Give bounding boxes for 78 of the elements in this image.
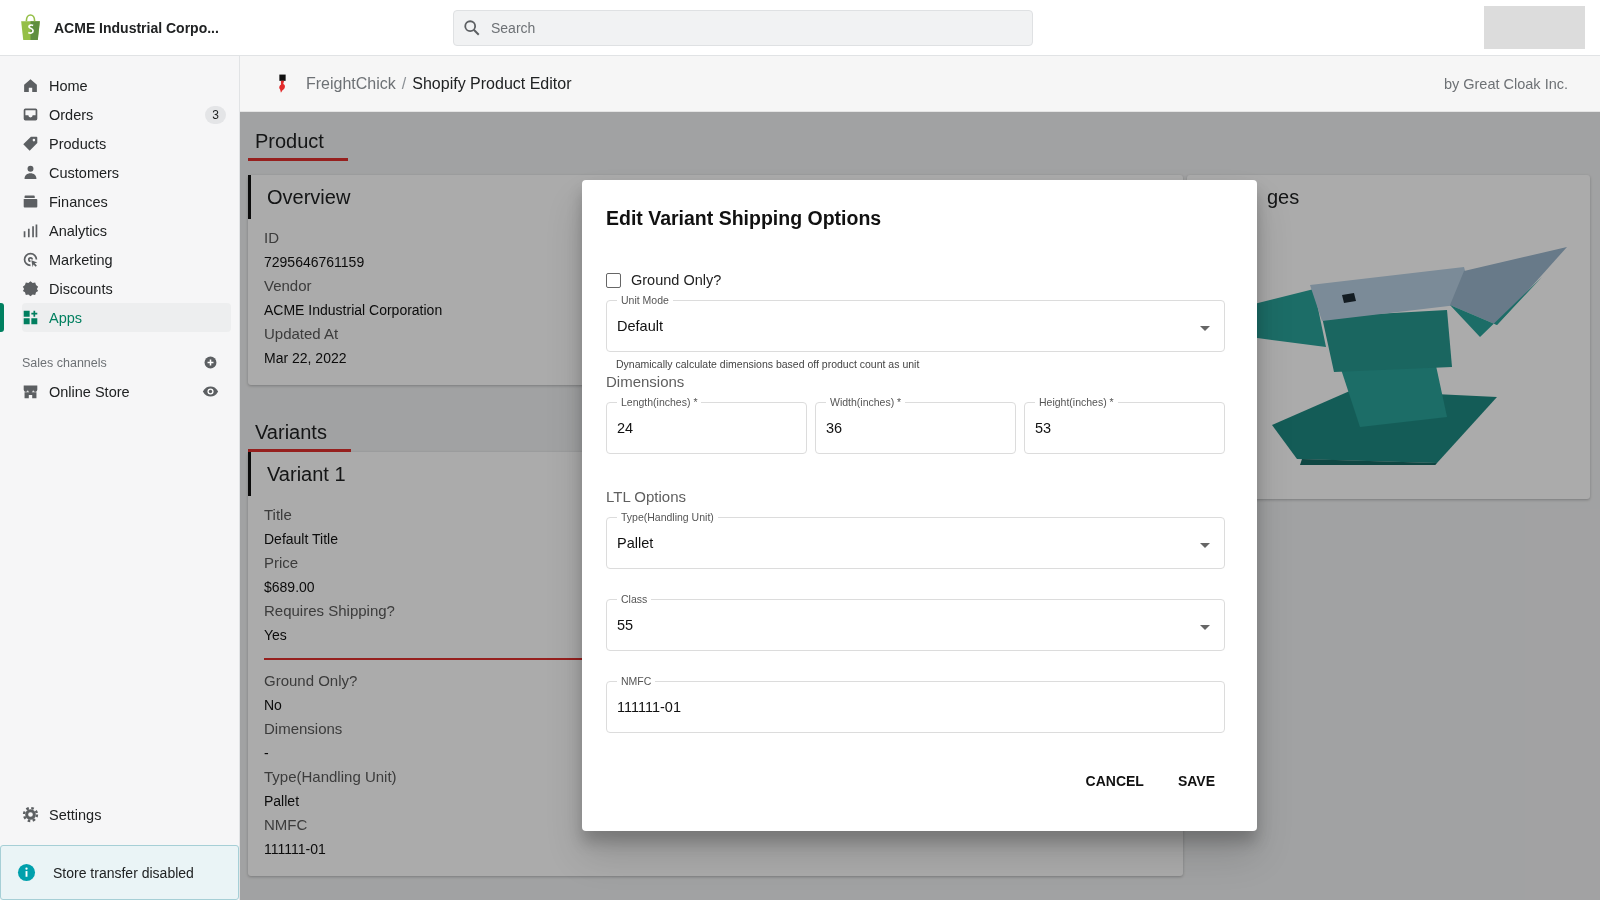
field-label: Dimensions xyxy=(264,719,343,739)
search-field[interactable]: Search xyxy=(453,9,1033,46)
field-label: Ground Only? xyxy=(264,671,358,691)
field-label: Title xyxy=(264,505,292,525)
input-field[interactable]: Length(inches) * 24 xyxy=(606,396,807,454)
store-icon xyxy=(22,383,39,400)
tag-icon xyxy=(22,135,39,152)
field-label: Vendor xyxy=(264,276,312,296)
count-badge: 3 xyxy=(205,105,226,124)
dialog-title: Edit Variant Shipping Options xyxy=(606,206,883,231)
field-value: 7295646761159 xyxy=(264,253,365,272)
section-label: Dimensions xyxy=(606,373,686,390)
field-value: $689.00 xyxy=(264,578,315,597)
section-label: LTL Options xyxy=(606,488,688,505)
field-label: Requires Shipping? xyxy=(264,601,395,621)
shopping-bag-icon xyxy=(19,14,42,41)
byline: by Great Cloak Inc. xyxy=(1443,75,1568,92)
field-label: NMFC xyxy=(264,815,308,835)
page-title: Shopify Product Editor xyxy=(412,74,572,93)
select-field[interactable]: Unit Mode Default xyxy=(606,294,1225,352)
field-label: ID xyxy=(264,228,279,248)
search-icon xyxy=(463,18,481,37)
nav-item[interactable]: Home xyxy=(22,71,231,100)
store-name[interactable]: ACME Industrial Corpo... xyxy=(54,19,219,36)
grid-icon xyxy=(22,309,39,326)
banner-text: Store transfer disabled xyxy=(53,864,194,881)
cancel-button[interactable]: CANCEL xyxy=(1075,765,1154,797)
person-icon xyxy=(22,164,39,181)
add-icon[interactable] xyxy=(202,354,219,371)
nav-item[interactable]: Analytics xyxy=(22,216,231,245)
field-label: Updated At xyxy=(264,324,339,344)
section-heading: Product xyxy=(248,128,348,161)
breadcrumb-separator: / xyxy=(401,74,407,93)
nav-item[interactable]: Products xyxy=(22,129,231,158)
field-value: Default Title xyxy=(264,530,338,549)
inbox-icon xyxy=(22,106,39,123)
home-icon xyxy=(22,77,39,94)
helper-text: Dynamically calculate dimensions based off product count as unit xyxy=(616,358,921,370)
input-field[interactable]: Height(inches) * 53 xyxy=(1024,396,1225,454)
section-title: Sales channels xyxy=(22,355,107,370)
settings-icon xyxy=(22,806,39,823)
field-value: Yes xyxy=(264,626,287,645)
eye-icon[interactable] xyxy=(202,383,219,400)
caret-icon xyxy=(1200,326,1210,331)
checkbox-label[interactable]: Ground Only? xyxy=(631,272,722,288)
card-title: ges xyxy=(1266,185,1301,210)
nav-item[interactable]: Marketing xyxy=(22,245,231,274)
field-value: ACME Industrial Corporation xyxy=(264,301,443,320)
settings-item[interactable]: Settings xyxy=(22,800,231,829)
nav-item[interactable]: Orders 3 xyxy=(22,100,231,129)
info-icon xyxy=(17,863,36,882)
nav-item[interactable]: Finances xyxy=(22,187,231,216)
field-label: Price xyxy=(264,553,299,573)
card-title: Overview xyxy=(267,186,351,208)
wallet-icon xyxy=(22,193,39,210)
field-value: Mar 22, 2022 xyxy=(264,349,347,368)
target-icon xyxy=(22,251,39,268)
caret-icon xyxy=(1200,625,1210,630)
field-value: Pallet xyxy=(264,792,300,811)
select-field[interactable]: Class 55 xyxy=(606,593,1225,651)
select-field[interactable]: Type(Handling Unit) Pallet xyxy=(606,511,1225,569)
field-label: Type(Handling Unit) xyxy=(264,767,397,787)
input-field[interactable]: Width(inches) * 36 xyxy=(815,396,1016,454)
nav-item[interactable]: Discounts xyxy=(22,274,231,303)
caret-icon xyxy=(1200,543,1210,548)
input-field[interactable]: NMFC 111111-01 xyxy=(606,675,1225,733)
chick-logo-icon xyxy=(277,72,288,95)
card-title: Variant 1 xyxy=(267,463,346,485)
field-value: 111111-01 xyxy=(264,840,326,859)
badge-icon xyxy=(22,280,39,297)
bar-chart-icon xyxy=(22,222,39,239)
nav-item[interactable]: Online Store xyxy=(22,377,231,406)
checkbox[interactable] xyxy=(606,272,621,288)
field-value: - xyxy=(264,744,269,763)
field-value: No xyxy=(264,696,282,715)
breadcrumb-link[interactable]: FreightChick xyxy=(306,74,396,93)
nav-item[interactable]: Customers xyxy=(22,158,231,187)
save-button[interactable]: SAVE xyxy=(1167,765,1225,797)
